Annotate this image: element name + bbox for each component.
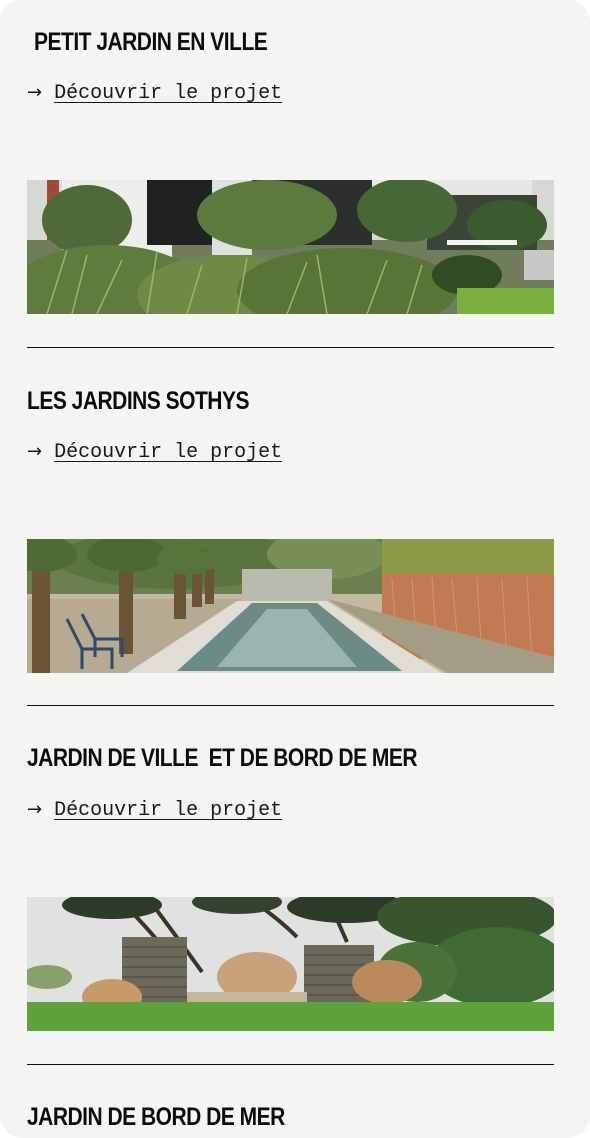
project-title: LES JARDINS SOTHYS [27,387,249,415]
project-title: JARDIN DE VILLE ET DE BORD DE MER [27,744,418,772]
garden-photo [27,180,554,314]
project-image-jardin-ville-mer[interactable] [27,897,554,1031]
project-title: JARDIN DE BORD DE MER [27,1103,285,1131]
discover-project-link[interactable]: → Découvrir le projet [27,443,282,463]
projects-page: PETIT JARDIN EN VILLE → Découvrir le proj… [0,0,590,1138]
seaside-garden-photo [27,897,554,1031]
discover-project-link[interactable]: → Découvrir le projet [27,801,282,821]
divider [27,347,554,348]
arrow-right-icon: → [27,82,43,103]
divider [27,705,554,706]
project-image-jardins-sothys[interactable] [27,539,554,673]
project-image-petit-jardin[interactable] [27,180,554,314]
link-label: Découvrir le projet [54,441,283,464]
link-label: Découvrir le projet [54,82,283,105]
pool-photo [27,539,554,673]
arrow-right-icon: → [27,799,43,820]
discover-project-link[interactable]: → Découvrir le projet [27,84,282,104]
project-title: PETIT JARDIN EN VILLE [34,28,268,56]
arrow-right-icon: → [27,441,43,462]
link-label: Découvrir le projet [54,799,283,822]
divider [27,1064,554,1065]
